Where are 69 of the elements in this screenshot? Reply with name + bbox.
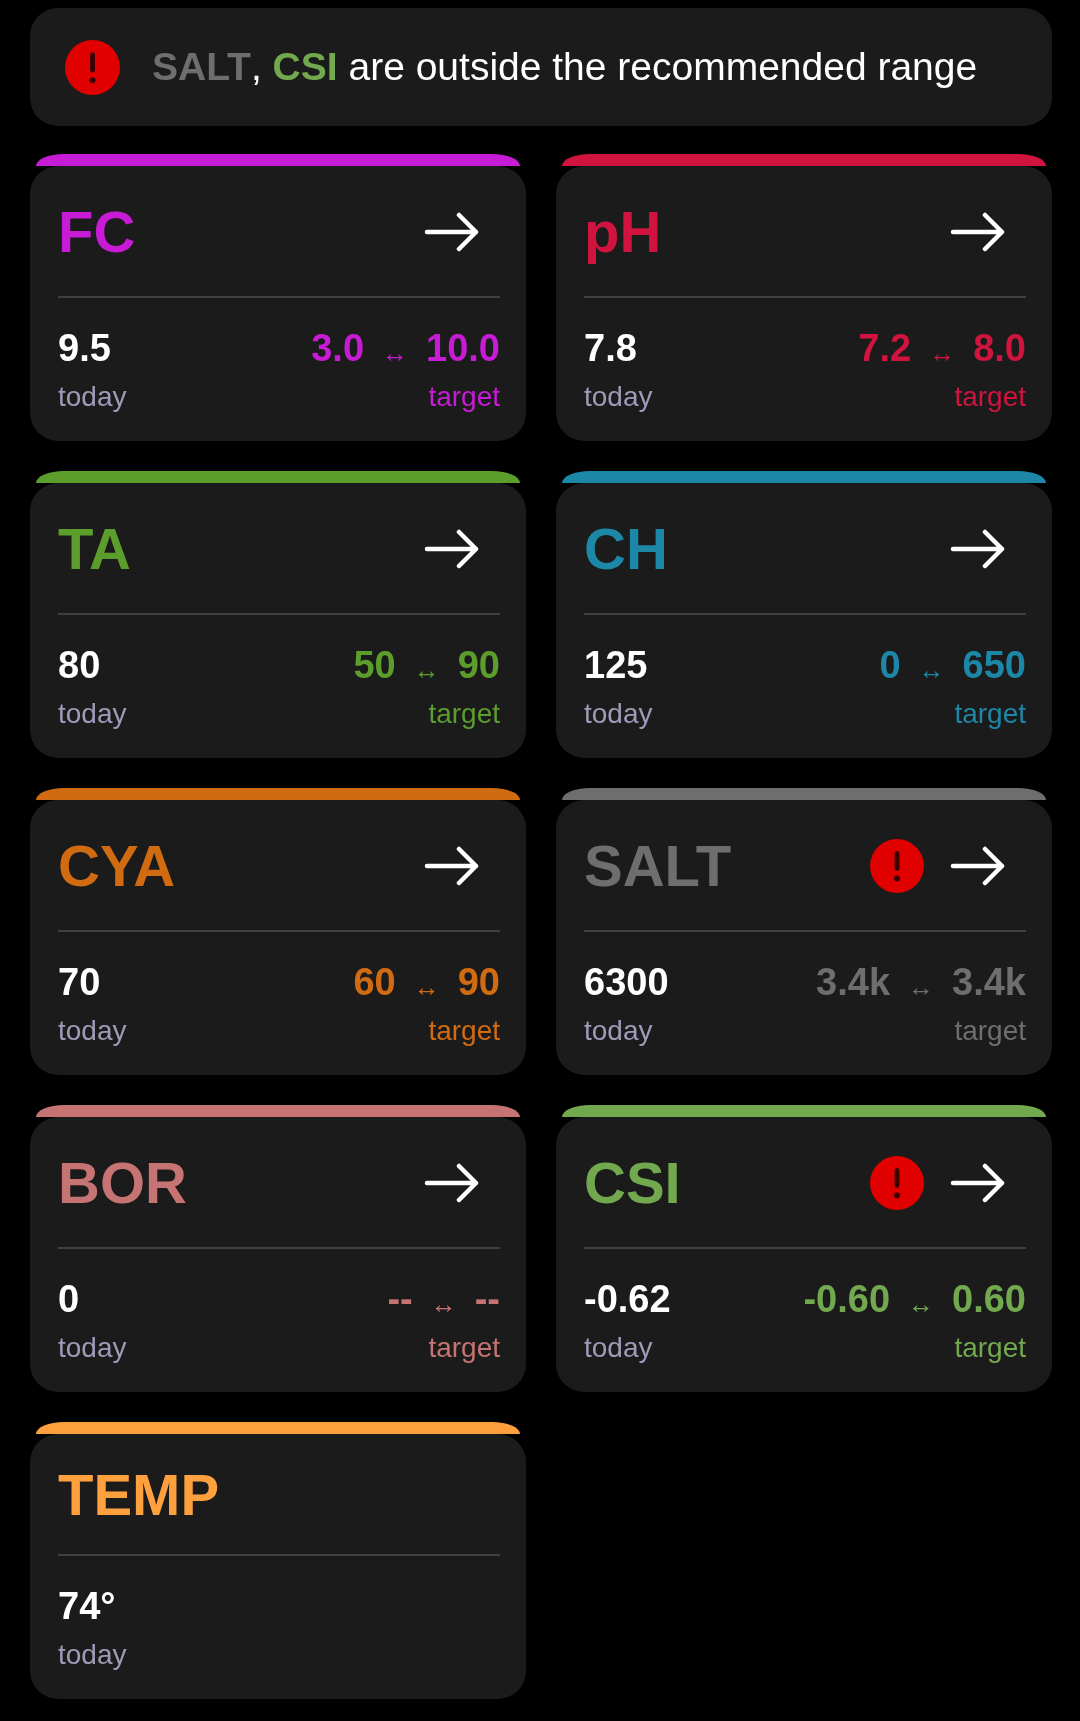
range-separator: ↔ — [413, 657, 440, 683]
today-value: 74° — [58, 1584, 116, 1629]
today-value: 7.8 — [584, 326, 637, 371]
target-high-value: 10.0 — [426, 326, 500, 371]
target-low-value: 3.0 — [311, 326, 365, 371]
parameter-title: CSI — [584, 1152, 681, 1214]
target-label: target — [428, 1331, 500, 1365]
today-label: today — [58, 1638, 127, 1672]
target-low-value: 60 — [353, 960, 396, 1005]
today-value: 70 — [58, 960, 101, 1005]
alert-icon — [65, 39, 120, 95]
parameter-title: TEMP — [58, 1464, 220, 1526]
target-low-value: 0 — [879, 643, 901, 688]
target-low-value: -0.60 — [803, 1277, 891, 1322]
target-high-value: 3.4k — [952, 960, 1026, 1005]
today-label: today — [58, 1014, 127, 1048]
target-high-value: 650 — [962, 643, 1026, 688]
target-label: target — [428, 697, 500, 731]
parameter-title: TA — [58, 518, 131, 580]
parameter-title: CH — [584, 518, 668, 580]
arrow-right-icon[interactable] — [950, 846, 1006, 886]
today-value: 80 — [58, 643, 101, 688]
range-separator: ↔ — [413, 974, 440, 1000]
today-value: 9.5 — [58, 326, 111, 371]
range-separator: ↔ — [430, 1291, 457, 1317]
parameter-title: BOR — [58, 1152, 187, 1214]
target-label: target — [954, 1331, 1026, 1365]
today-value: -0.62 — [584, 1277, 671, 1322]
today-label: today — [58, 697, 127, 731]
arrow-right-icon[interactable] — [950, 212, 1006, 252]
today-label: today — [584, 1331, 653, 1365]
today-value: 0 — [58, 1277, 80, 1322]
today-value: 125 — [584, 643, 648, 688]
today-label: today — [584, 697, 653, 731]
today-label: today — [584, 380, 653, 414]
range-separator: ↔ — [908, 974, 935, 1000]
parameter-title: SALT — [584, 835, 732, 897]
today-label: today — [584, 1014, 653, 1048]
target-high-value: -- — [474, 1277, 500, 1322]
range-separator: ↔ — [382, 340, 409, 366]
target-high-value: 8.0 — [973, 326, 1026, 371]
target-high-value: 90 — [457, 960, 500, 1005]
target-high-value: 0.60 — [952, 1277, 1026, 1322]
parameter-title: pH — [584, 201, 662, 263]
arrow-right-icon[interactable] — [424, 529, 480, 569]
parameter-title: FC — [58, 201, 136, 263]
target-label: target — [428, 380, 500, 414]
target-low-value: -- — [387, 1277, 413, 1322]
arrow-right-icon[interactable] — [950, 529, 1006, 569]
today-value: 6300 — [584, 960, 669, 1005]
parameter-title: CYA — [58, 835, 176, 897]
target-label: target — [954, 1014, 1026, 1048]
arrow-right-icon[interactable] — [950, 1163, 1006, 1203]
target-low-value: 3.4k — [816, 960, 891, 1005]
target-label: target — [954, 697, 1026, 731]
range-separator: ↔ — [918, 657, 945, 683]
arrow-right-icon[interactable] — [424, 212, 480, 252]
alert-message: SALT, CSI are outside the recommended range — [152, 44, 978, 90]
today-label: today — [58, 380, 127, 414]
arrow-right-icon[interactable] — [424, 846, 480, 886]
target-label: target — [954, 380, 1026, 414]
target-low-value: 7.2 — [858, 326, 912, 371]
target-low-value: 50 — [353, 643, 396, 688]
arrow-right-icon[interactable] — [424, 1163, 480, 1203]
range-separator: ↔ — [908, 1291, 935, 1317]
target-label: target — [428, 1014, 500, 1048]
range-separator: ↔ — [929, 340, 956, 366]
target-high-value: 90 — [457, 643, 500, 688]
today-label: today — [58, 1331, 127, 1365]
